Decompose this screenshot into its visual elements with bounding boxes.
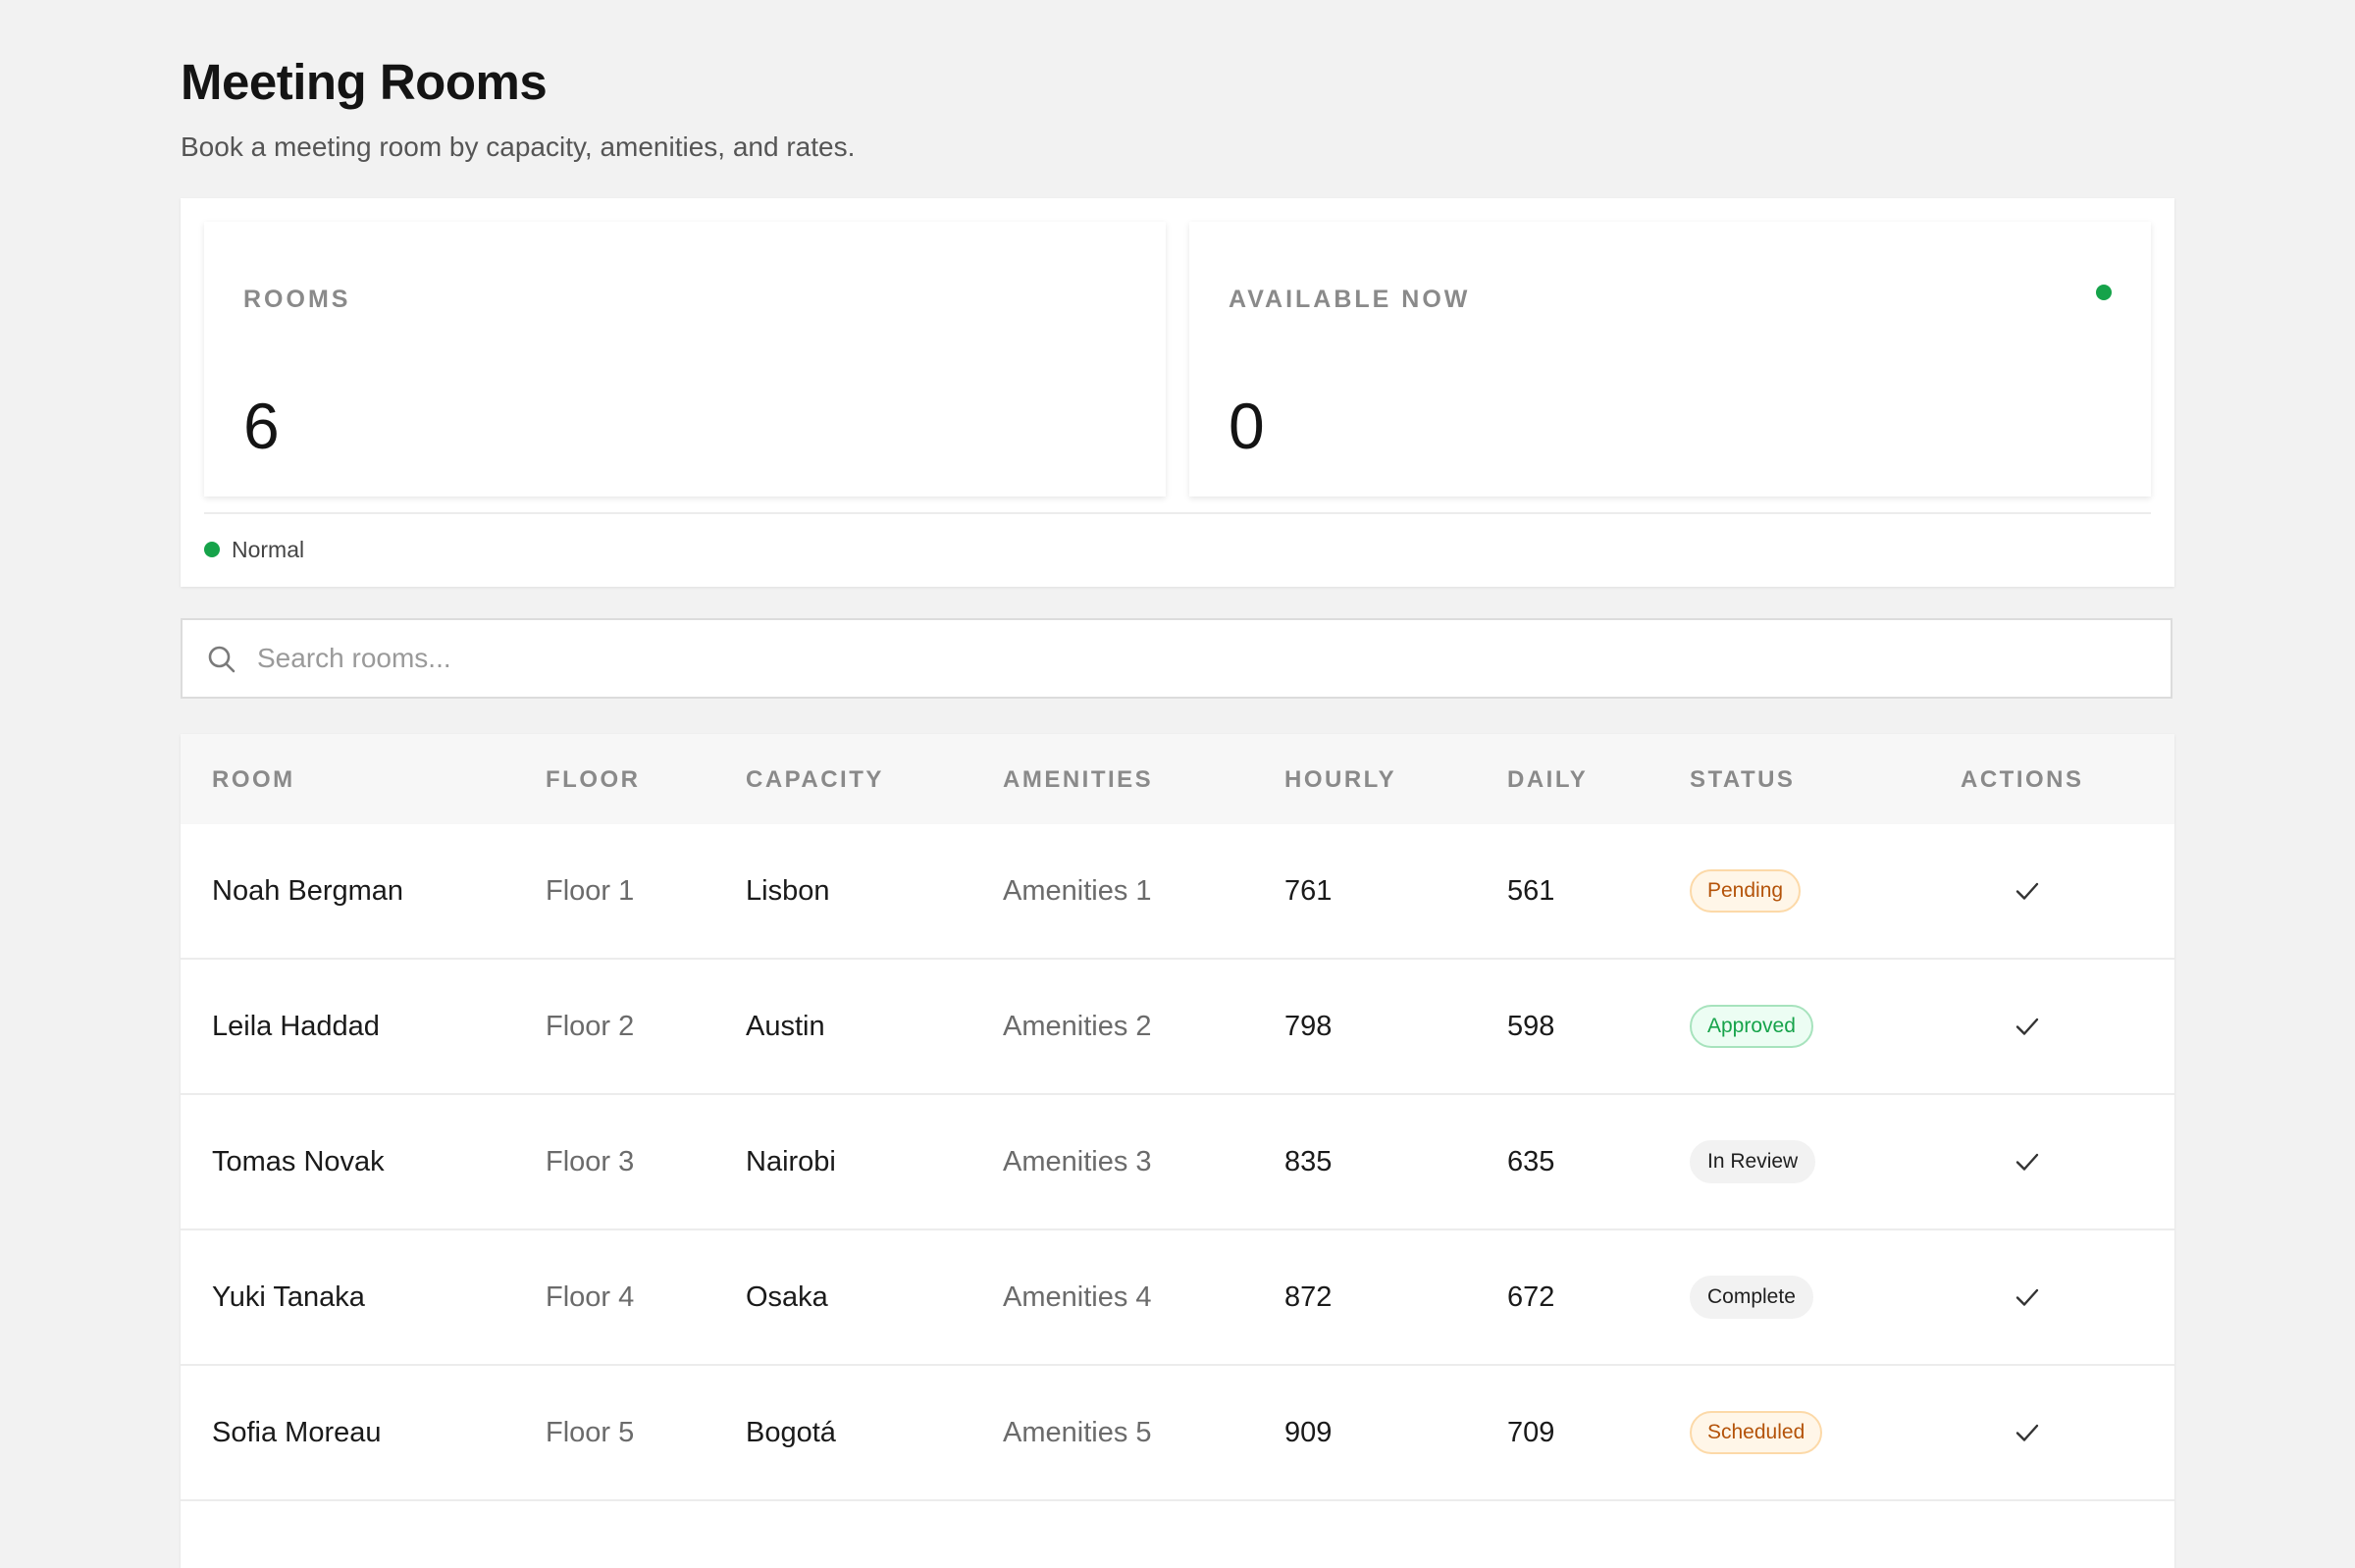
rooms-table: ROOM FLOOR CAPACITY AMENITIES HOURLY DAI…: [181, 734, 2174, 1568]
status-dot-icon: [204, 542, 220, 557]
capacity-cell: Lisbon: [746, 875, 830, 907]
status-cell: Pending: [1690, 869, 1802, 913]
status-badge: In Review: [1690, 1140, 1816, 1183]
live-indicator-dot: [2096, 285, 2112, 300]
search-box: [181, 618, 2172, 699]
amenities-cell: Amenities 4: [1003, 1281, 1152, 1313]
status-badge: Complete: [1690, 1276, 1813, 1319]
floor-cell: Floor 5: [546, 1417, 635, 1448]
capacity-cell: Austin: [746, 1011, 825, 1042]
amenities-cell: Amenities 3: [1003, 1146, 1152, 1177]
room-name-cell: Leila Haddad: [212, 1011, 380, 1042]
table-row[interactable]: Leila Haddad Floor 2 Austin Amenities 2 …: [181, 960, 2174, 1095]
column-header-daily[interactable]: DAILY: [1507, 765, 1588, 795]
status-cell: Scheduled: [1690, 1411, 1823, 1454]
capacity-cell: Nairobi: [746, 1146, 836, 1177]
approve-action-button[interactable]: [2008, 1413, 2047, 1452]
daily-rate-cell: 709: [1507, 1417, 1555, 1448]
approve-action-button[interactable]: [2008, 1142, 2047, 1181]
check-icon: [2015, 1153, 2039, 1171]
room-name-cell: Yuki Tanaka: [212, 1281, 365, 1313]
amenities-cell: Amenities 2: [1003, 1011, 1152, 1042]
check-icon: [2015, 1018, 2039, 1035]
check-icon: [2015, 1288, 2039, 1306]
stats-panel: ROOMS 6 AVAILABLE NOW 0 Normal: [181, 198, 2174, 587]
rooms-stat-label: ROOMS: [243, 286, 351, 313]
panel-divider: [204, 512, 2151, 514]
status-badge: Scheduled: [1690, 1411, 1823, 1454]
approve-action-button[interactable]: [2008, 871, 2047, 911]
available-now-stat-label: AVAILABLE NOW: [1229, 286, 1471, 313]
search-input[interactable]: [257, 630, 2121, 687]
daily-rate-cell: 561: [1507, 875, 1555, 907]
capacity-cell: Bogotá: [746, 1417, 836, 1448]
column-header-status[interactable]: STATUS: [1690, 765, 1795, 795]
column-header-hourly[interactable]: HOURLY: [1284, 765, 1396, 795]
room-name-cell: Tomas Novak: [212, 1146, 385, 1177]
hourly-rate-cell: 798: [1284, 1011, 1333, 1042]
table-row[interactable]: Yuki Tanaka Floor 4 Osaka Amenities 4 87…: [181, 1230, 2174, 1366]
hourly-rate-cell: 872: [1284, 1281, 1333, 1313]
approve-action-button[interactable]: [2008, 1007, 2047, 1046]
hourly-rate-cell: 835: [1284, 1146, 1333, 1177]
rooms-stat-value: 6: [243, 390, 280, 462]
rooms-stat-card: ROOMS 6: [204, 222, 1166, 497]
system-status: Normal: [204, 530, 304, 569]
room-name-cell: Sofia Moreau: [212, 1417, 382, 1448]
column-header-amenities[interactable]: AMENITIES: [1003, 765, 1153, 795]
daily-rate-cell: 635: [1507, 1146, 1555, 1177]
amenities-cell: Amenities 5: [1003, 1417, 1152, 1448]
column-header-room[interactable]: ROOM: [212, 765, 295, 795]
status-cell: Complete: [1690, 1276, 1813, 1319]
search-icon: [208, 646, 236, 673]
amenities-cell: Amenities 1: [1003, 875, 1152, 907]
floor-cell: Floor 4: [546, 1281, 635, 1313]
floor-cell: Floor 3: [546, 1146, 635, 1177]
table-header: ROOM FLOOR CAPACITY AMENITIES HOURLY DAI…: [181, 734, 2174, 824]
daily-rate-cell: 672: [1507, 1281, 1555, 1313]
page-subtitle: Book a meeting room by capacity, ameniti…: [181, 131, 856, 162]
room-name-cell: Noah Bergman: [212, 875, 404, 907]
status-badge: Approved: [1690, 1005, 1813, 1048]
floor-cell: Floor 2: [546, 1011, 635, 1042]
table-row[interactable]: Sofia Moreau Floor 5 Bogotá Amenities 5 …: [181, 1366, 2174, 1501]
table-row[interactable]: Noah Bergman Floor 1 Lisbon Amenities 1 …: [181, 824, 2174, 960]
status-cell: In Review: [1690, 1140, 1816, 1183]
column-header-capacity[interactable]: CAPACITY: [746, 765, 884, 795]
column-header-actions: ACTIONS: [1961, 766, 2084, 793]
available-now-stat-value: 0: [1229, 390, 1265, 462]
hourly-rate-cell: 761: [1284, 875, 1333, 907]
status-cell: Approved: [1690, 1005, 1813, 1048]
check-icon: [2015, 1424, 2039, 1441]
status-text: Normal: [232, 536, 305, 562]
table-row[interactable]: Tomas Novak Floor 3 Nairobi Amenities 3 …: [181, 1095, 2174, 1230]
floor-cell: Floor 1: [546, 875, 635, 907]
available-now-stat-card: AVAILABLE NOW 0: [1189, 222, 2151, 497]
check-icon: [2015, 882, 2039, 900]
capacity-cell: Osaka: [746, 1281, 828, 1313]
hourly-rate-cell: 909: [1284, 1417, 1333, 1448]
daily-rate-cell: 598: [1507, 1011, 1555, 1042]
approve-action-button[interactable]: [2008, 1278, 2047, 1317]
page-title: Meeting Rooms: [181, 54, 548, 110]
column-header-floor[interactable]: FLOOR: [546, 765, 641, 795]
status-badge: Pending: [1690, 869, 1802, 913]
